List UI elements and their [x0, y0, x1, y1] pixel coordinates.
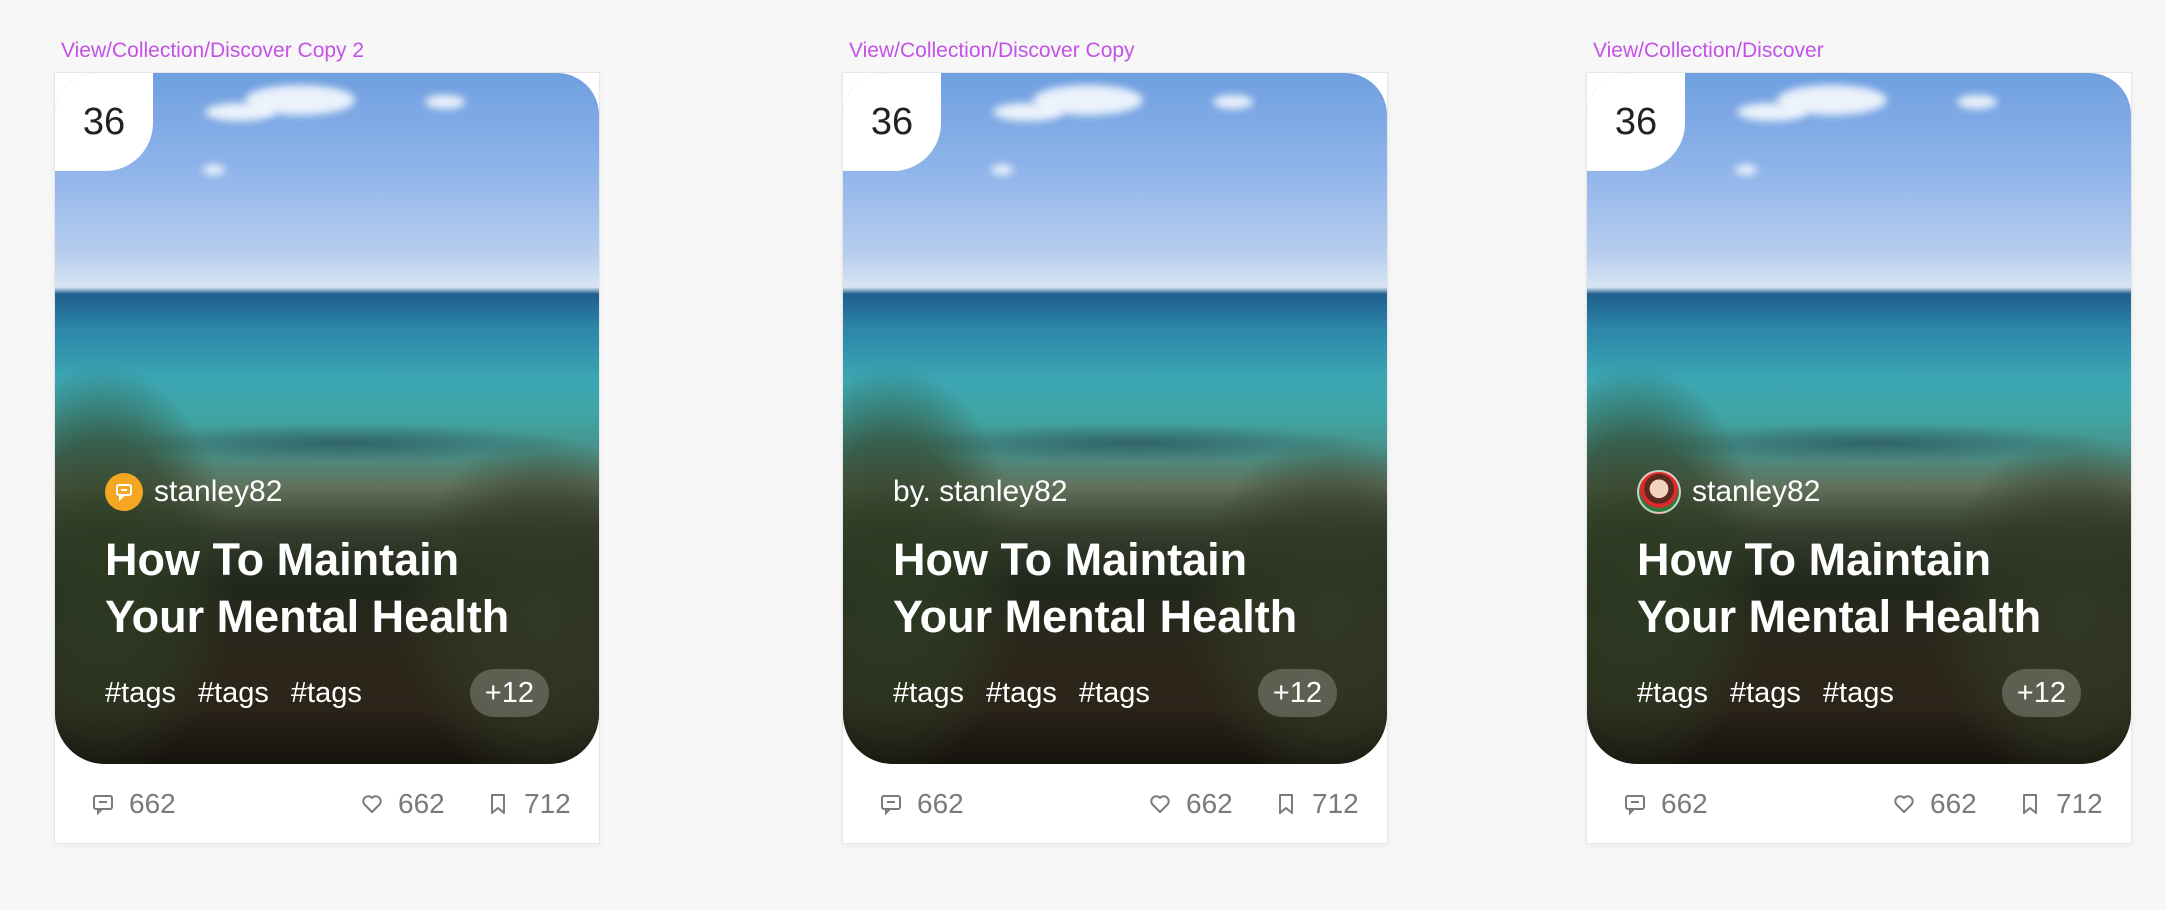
card-title[interactable]: How To Maintain Your Mental Health	[893, 531, 1353, 645]
count-badge: 36	[1587, 73, 1685, 171]
bookmarks-count: 712	[2056, 787, 2103, 819]
likes-stat[interactable]: 662	[360, 764, 445, 843]
card-title[interactable]: How To Maintain Your Mental Health	[105, 531, 565, 645]
comment-icon	[881, 794, 901, 815]
comment-icon	[93, 794, 113, 815]
comments-stat[interactable]: 662	[91, 764, 176, 843]
tag[interactable]: #tags	[986, 677, 1057, 710]
author-row[interactable]: stanley82	[105, 472, 282, 512]
card-title[interactable]: How To Maintain Your Mental Health	[1637, 531, 2097, 645]
discover-frame: View/Collection/Discover 36 stanley82 Ho…	[1587, 39, 2131, 843]
comments-count: 662	[129, 787, 176, 819]
title-line: Your Mental Health	[893, 591, 1298, 642]
count-badge: 36	[843, 73, 941, 171]
discover-frame-copy: View/Collection/Discover Copy 36 by. sta…	[843, 39, 1387, 843]
author-name: by. stanley82	[893, 475, 1068, 508]
title-line: Your Mental Health	[105, 591, 510, 642]
author-row[interactable]: by. stanley82	[893, 472, 1068, 512]
cover-photo[interactable]: 36 stanley82 How To Maintain Your Mental…	[55, 73, 599, 764]
bookmarks-stat[interactable]: 712	[1274, 764, 1359, 843]
comments-stat[interactable]: 662	[879, 764, 964, 843]
bookmark-icon	[491, 793, 505, 814]
more-tags-chip[interactable]: +12	[1257, 669, 1337, 717]
more-tags-chip[interactable]: +12	[2001, 669, 2081, 717]
frame-label: View/Collection/Discover Copy 2	[61, 39, 365, 62]
comment-icon	[1625, 794, 1645, 815]
bookmarks-count: 712	[1312, 787, 1359, 819]
bookmark-icon	[2023, 793, 2037, 814]
author-row[interactable]: stanley82	[1637, 470, 1821, 514]
tag[interactable]: #tags	[291, 677, 362, 710]
discover-card[interactable]: 36 by. stanley82 How To Maintain Your Me…	[843, 73, 1387, 843]
title-line: How To Maintain	[105, 534, 460, 585]
count-badge: 36	[55, 73, 153, 171]
bookmarks-stat[interactable]: 712	[2018, 764, 2103, 843]
card-footer: 662 662 712	[843, 764, 1387, 843]
comments-count: 662	[917, 787, 964, 819]
title-line: Your Mental Health	[1637, 591, 2042, 642]
tag[interactable]: #tags	[1637, 677, 1708, 710]
frame-label: View/Collection/Discover Copy	[849, 39, 1135, 62]
more-tags-chip[interactable]: +12	[469, 669, 549, 717]
tag[interactable]: #tags	[1730, 677, 1801, 710]
bookmark-icon	[1279, 793, 1293, 814]
likes-count: 662	[398, 787, 445, 819]
bookmarks-count: 712	[524, 787, 571, 819]
tag-row: #tags #tags #tags +12	[1637, 669, 2081, 717]
comments-stat[interactable]: 662	[1623, 764, 1708, 843]
cover-photo[interactable]: 36 stanley82 How To Maintain Your Mental…	[1587, 73, 2131, 764]
tag[interactable]: #tags	[1823, 677, 1894, 710]
discover-card[interactable]: 36 stanley82 How To Maintain Your Mental…	[1587, 73, 2131, 843]
discover-frame-copy-2: View/Collection/Discover Copy 2 36 stanl…	[55, 39, 599, 843]
comments-count: 662	[1661, 787, 1708, 819]
tag-row: #tags #tags #tags +12	[105, 669, 549, 717]
title-line: How To Maintain	[1637, 534, 1992, 585]
tag[interactable]: #tags	[105, 677, 176, 710]
likes-count: 662	[1930, 787, 1977, 819]
tag[interactable]: #tags	[1079, 677, 1150, 710]
title-line: How To Maintain	[893, 534, 1248, 585]
tag[interactable]: #tags	[198, 677, 269, 710]
card-footer: 662 662 712	[1587, 764, 2131, 843]
card-footer: 662 662 712	[55, 764, 599, 843]
avatar[interactable]	[1637, 470, 1681, 514]
likes-stat[interactable]: 662	[1892, 764, 1977, 843]
tag[interactable]: #tags	[893, 677, 964, 710]
cover-photo[interactable]: 36 by. stanley82 How To Maintain Your Me…	[843, 73, 1387, 764]
discover-card[interactable]: 36 stanley82 How To Maintain Your Mental…	[55, 73, 599, 843]
bookmarks-stat[interactable]: 712	[486, 764, 571, 843]
likes-stat[interactable]: 662	[1148, 764, 1233, 843]
comment-icon	[105, 473, 143, 511]
author-name: stanley82	[1692, 475, 1821, 508]
heart-icon	[1150, 794, 1170, 813]
frame-label: View/Collection/Discover	[1593, 39, 1824, 62]
tag-row: #tags #tags #tags +12	[893, 669, 1337, 717]
heart-icon	[362, 794, 382, 813]
heart-icon	[1894, 794, 1914, 813]
author-name: stanley82	[154, 475, 283, 508]
likes-count: 662	[1186, 787, 1233, 819]
